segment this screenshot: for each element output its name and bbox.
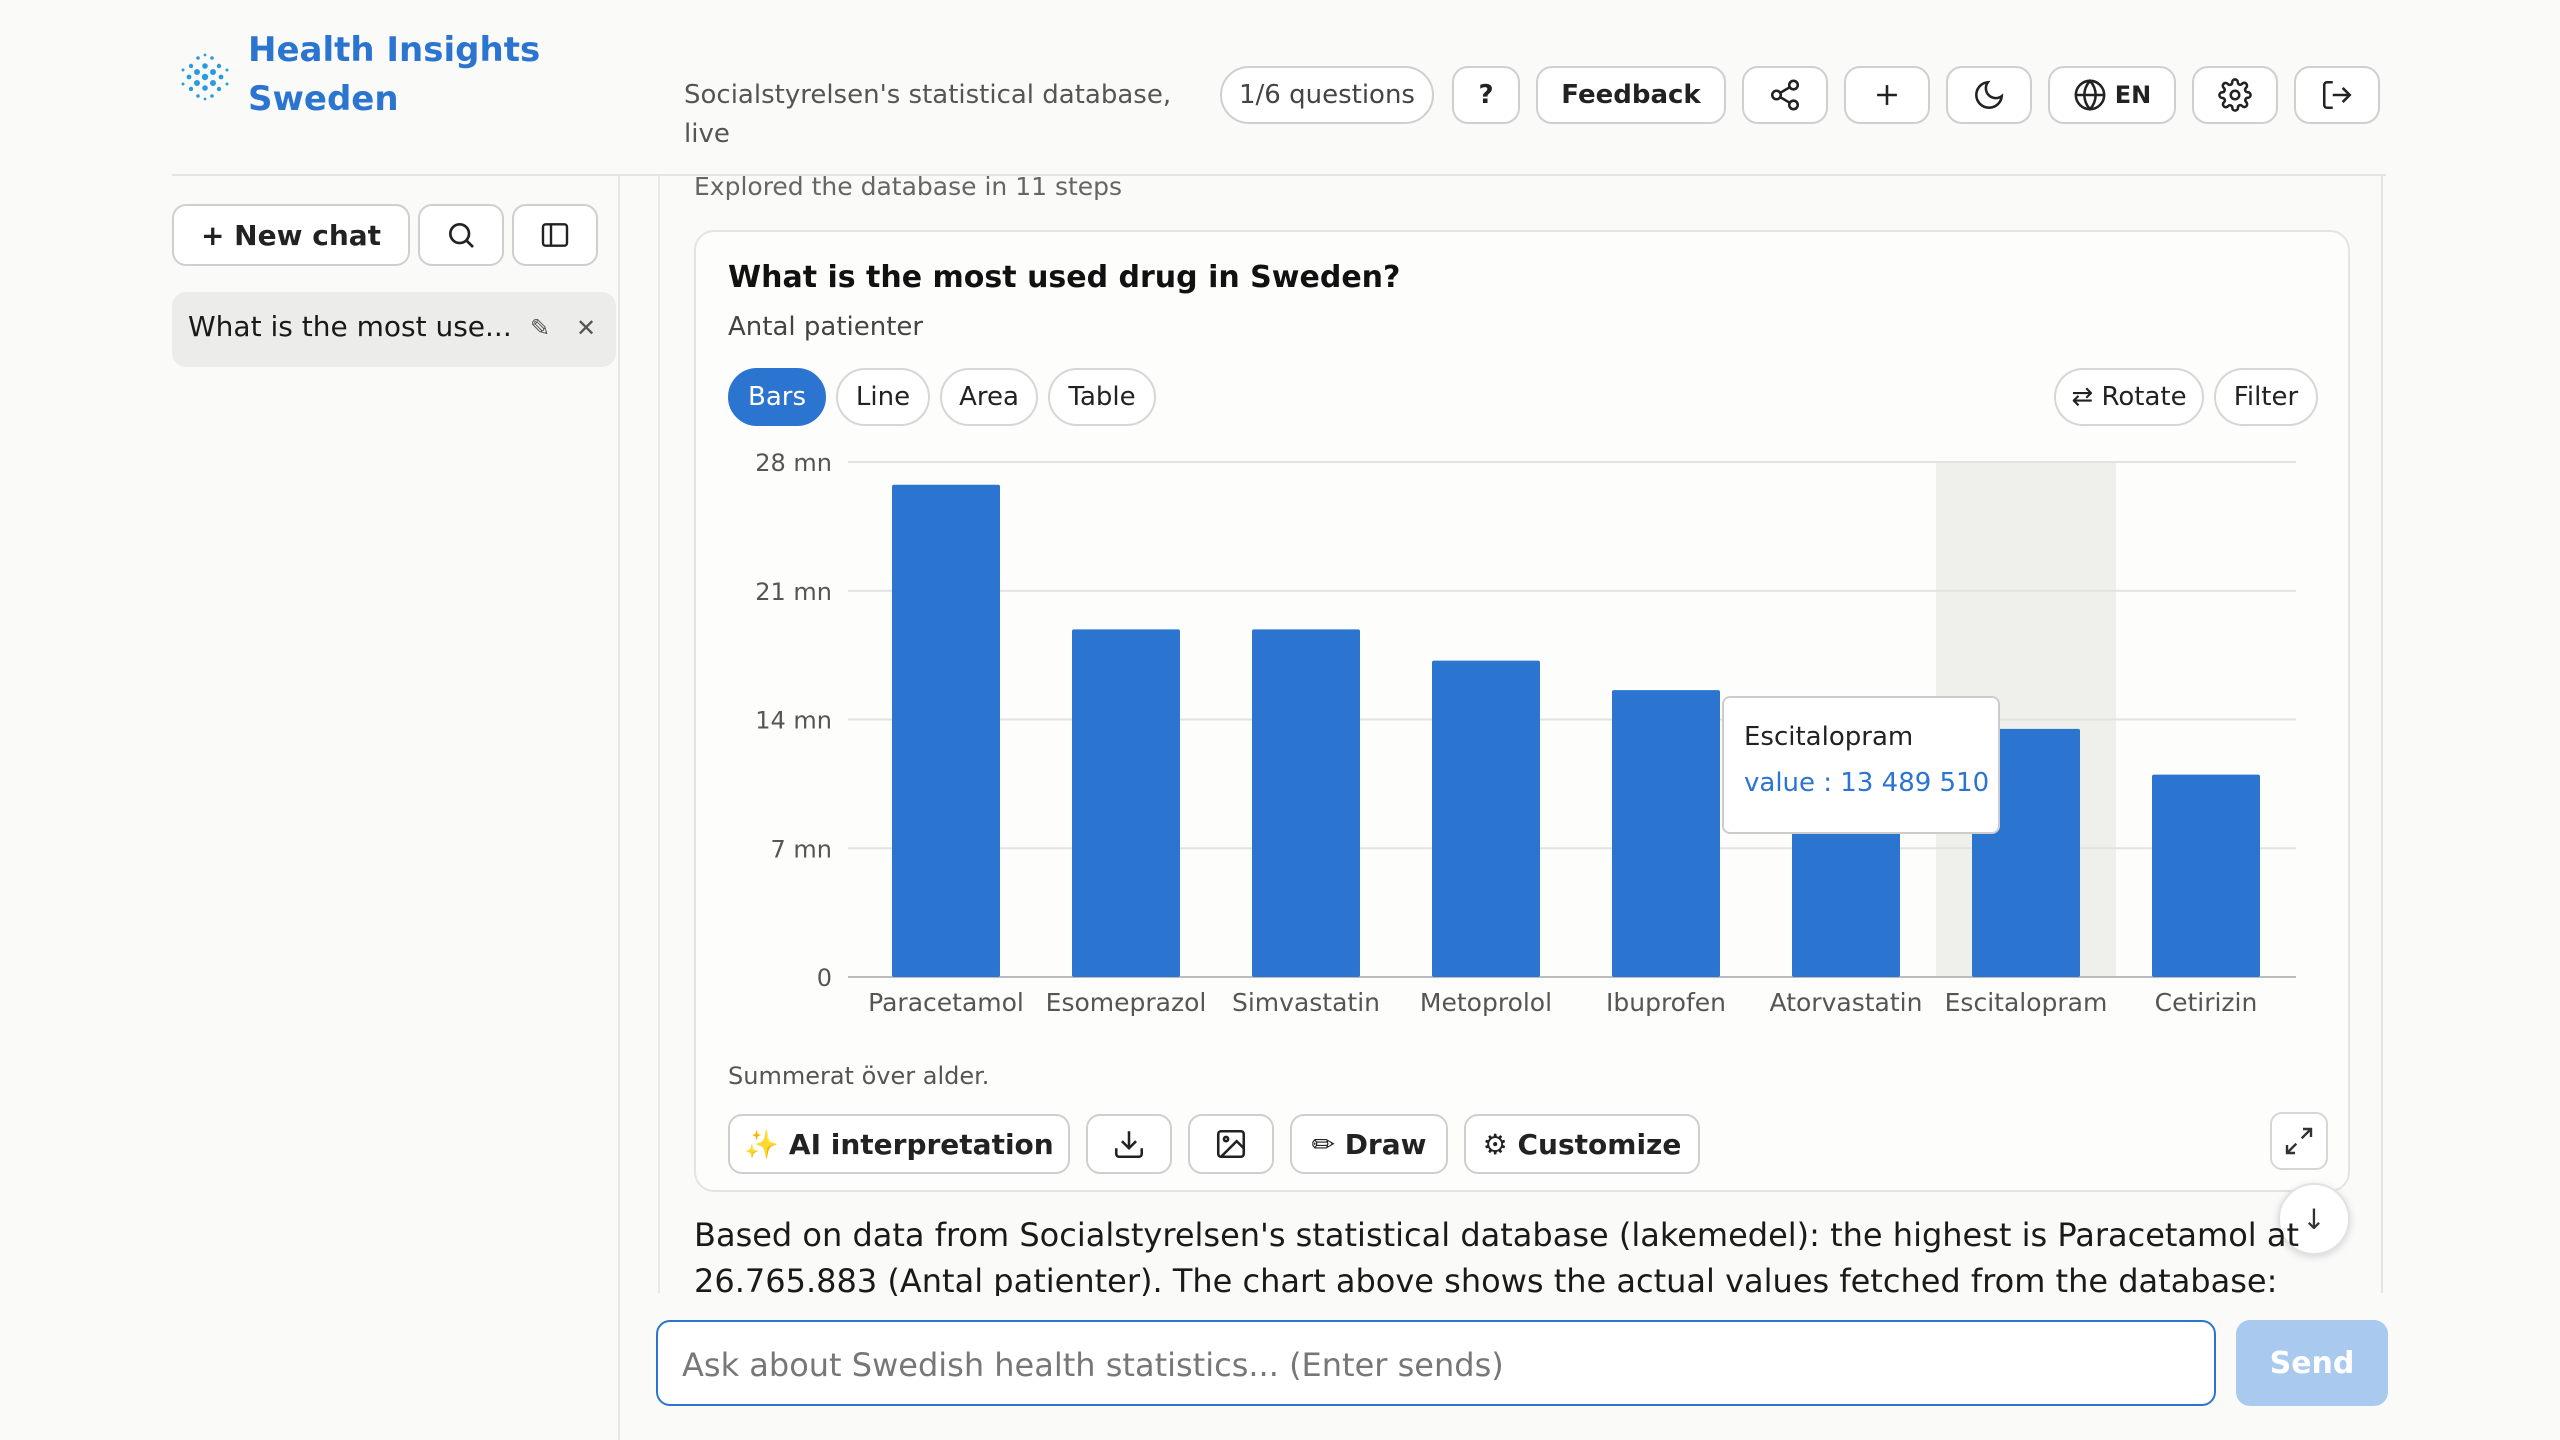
input-placeholder: Ask about Swedish health statistics... (… — [682, 1346, 1504, 1384]
tab-line[interactable]: Line — [836, 368, 930, 426]
x-tick-label: Escitalopram — [1945, 988, 2108, 1017]
search-button[interactable] — [418, 204, 504, 266]
tooltip-value: value : 13 489 510 — [1744, 768, 1990, 798]
bar — [2152, 774, 2260, 977]
ai-interpretation-button[interactable]: ✨ AI interpretation — [728, 1114, 1070, 1174]
language-button[interactable]: EN — [2048, 66, 2176, 124]
bar — [1072, 629, 1180, 977]
edit-icon[interactable]: ✎ — [530, 314, 550, 342]
y-tick-label: 14 mn — [755, 707, 832, 735]
image-icon — [1216, 1129, 1246, 1159]
new-button[interactable] — [1844, 66, 1930, 124]
explored-steps: Explored the database in 11 steps — [694, 172, 1123, 201]
y-tick-label: 21 mn — [755, 578, 832, 606]
settings-button[interactable] — [2192, 66, 2278, 124]
draw-button[interactable]: ✏ Draw — [1290, 1114, 1448, 1174]
logo-icon — [181, 53, 229, 101]
y-tick-label: 28 mn — [755, 449, 832, 477]
app-header: Health Insights Sweden Socialstyrelsen's… — [0, 0, 2560, 175]
rotate-button[interactable]: ⇄ Rotate — [2054, 368, 2204, 426]
tab-table[interactable]: Table — [1048, 368, 1156, 426]
close-icon[interactable]: ✕ — [576, 314, 596, 342]
image-export-button[interactable] — [1188, 1114, 1274, 1174]
y-tick-label: 0 — [817, 964, 832, 992]
bar — [892, 484, 1000, 977]
chat-history-label: What is the most use... — [188, 310, 512, 343]
brand-line-1: Health Insights — [248, 30, 541, 70]
help-label: ? — [1478, 80, 1494, 110]
help-button[interactable]: ? — [1452, 66, 1520, 124]
assistant-answer: Based on data from Socialstyrelsen's sta… — [694, 1216, 2299, 1296]
chart-title: What is the most used drug in Sweden? — [728, 260, 1401, 295]
brand-title: Health Insights Sweden — [248, 26, 540, 124]
bar — [1612, 690, 1720, 977]
feedback-label: Feedback — [1561, 80, 1701, 110]
plus-icon — [1877, 85, 1897, 105]
main-left-border — [658, 175, 660, 1293]
main-right-border — [2381, 175, 2383, 1293]
x-tick-label: Atorvastatin — [1770, 988, 1923, 1017]
moon-icon — [1975, 80, 2004, 109]
gear-icon — [2218, 78, 2252, 112]
chart-subtitle: Antal patienter — [728, 312, 924, 342]
share-icon — [1770, 79, 1800, 111]
filter-button[interactable]: Filter — [2214, 368, 2318, 426]
x-tick-label: Ibuprofen — [1606, 988, 1726, 1017]
feedback-button[interactable]: Feedback — [1536, 66, 1726, 124]
sidebar-icon — [541, 223, 569, 247]
logout-icon — [2322, 80, 2352, 110]
download-button[interactable] — [1086, 1114, 1172, 1174]
chart-tooltip: Escitalopram value : 13 489 510 — [1722, 696, 2000, 834]
new-chat-button[interactable]: + New chat — [172, 204, 410, 266]
share-button[interactable] — [1742, 66, 1828, 124]
tab-bars[interactable]: Bars — [728, 368, 826, 426]
globe-icon — [2074, 78, 2106, 112]
download-icon — [1114, 1131, 1144, 1159]
sidebar-divider — [618, 175, 620, 1440]
x-tick-label: Esomeprazol — [1046, 988, 1207, 1017]
language-label: EN — [2114, 81, 2152, 109]
tooltip-category: Escitalopram — [1744, 722, 1914, 752]
send-button[interactable]: Send — [2236, 1320, 2388, 1406]
brand-line-2: Sweden — [248, 79, 399, 119]
header-subtitle: Socialstyrelsen's statistical database, … — [684, 80, 1172, 149]
x-tick-label: Paracetamol — [868, 988, 1024, 1017]
toggle-sidebar-button[interactable] — [512, 204, 598, 266]
expand-icon — [2285, 1127, 2313, 1155]
chart-card: 0 7 mn 14 mn 21 mn 28 mn Paracetamol Esomepraz… — [694, 230, 2350, 1192]
y-tick-label: 7 mn — [771, 835, 833, 863]
header-divider — [172, 174, 2386, 176]
theme-toggle[interactable] — [1946, 66, 2032, 124]
logout-button[interactable] — [2294, 66, 2380, 124]
x-tick-label: Simvastatin — [1232, 988, 1380, 1017]
expand-button[interactable] — [2270, 1112, 2328, 1170]
x-tick-label: Cetirizin — [2155, 988, 2258, 1017]
questions-counter[interactable]: 1/6 questions — [1220, 66, 1434, 124]
bar — [1252, 629, 1360, 977]
chat-history-item[interactable]: What is the most use... ✎ ✕ — [172, 292, 616, 367]
search-icon — [449, 223, 474, 248]
customize-button[interactable]: ⚙ Customize — [1464, 1114, 1700, 1174]
tab-area[interactable]: Area — [940, 368, 1038, 426]
x-tick-label: Metoprolol — [1420, 988, 1552, 1017]
question-input[interactable]: Ask about Swedish health statistics... (… — [656, 1320, 2216, 1406]
bar — [1432, 660, 1540, 977]
chart-note: Summerat över alder. — [728, 1062, 990, 1090]
